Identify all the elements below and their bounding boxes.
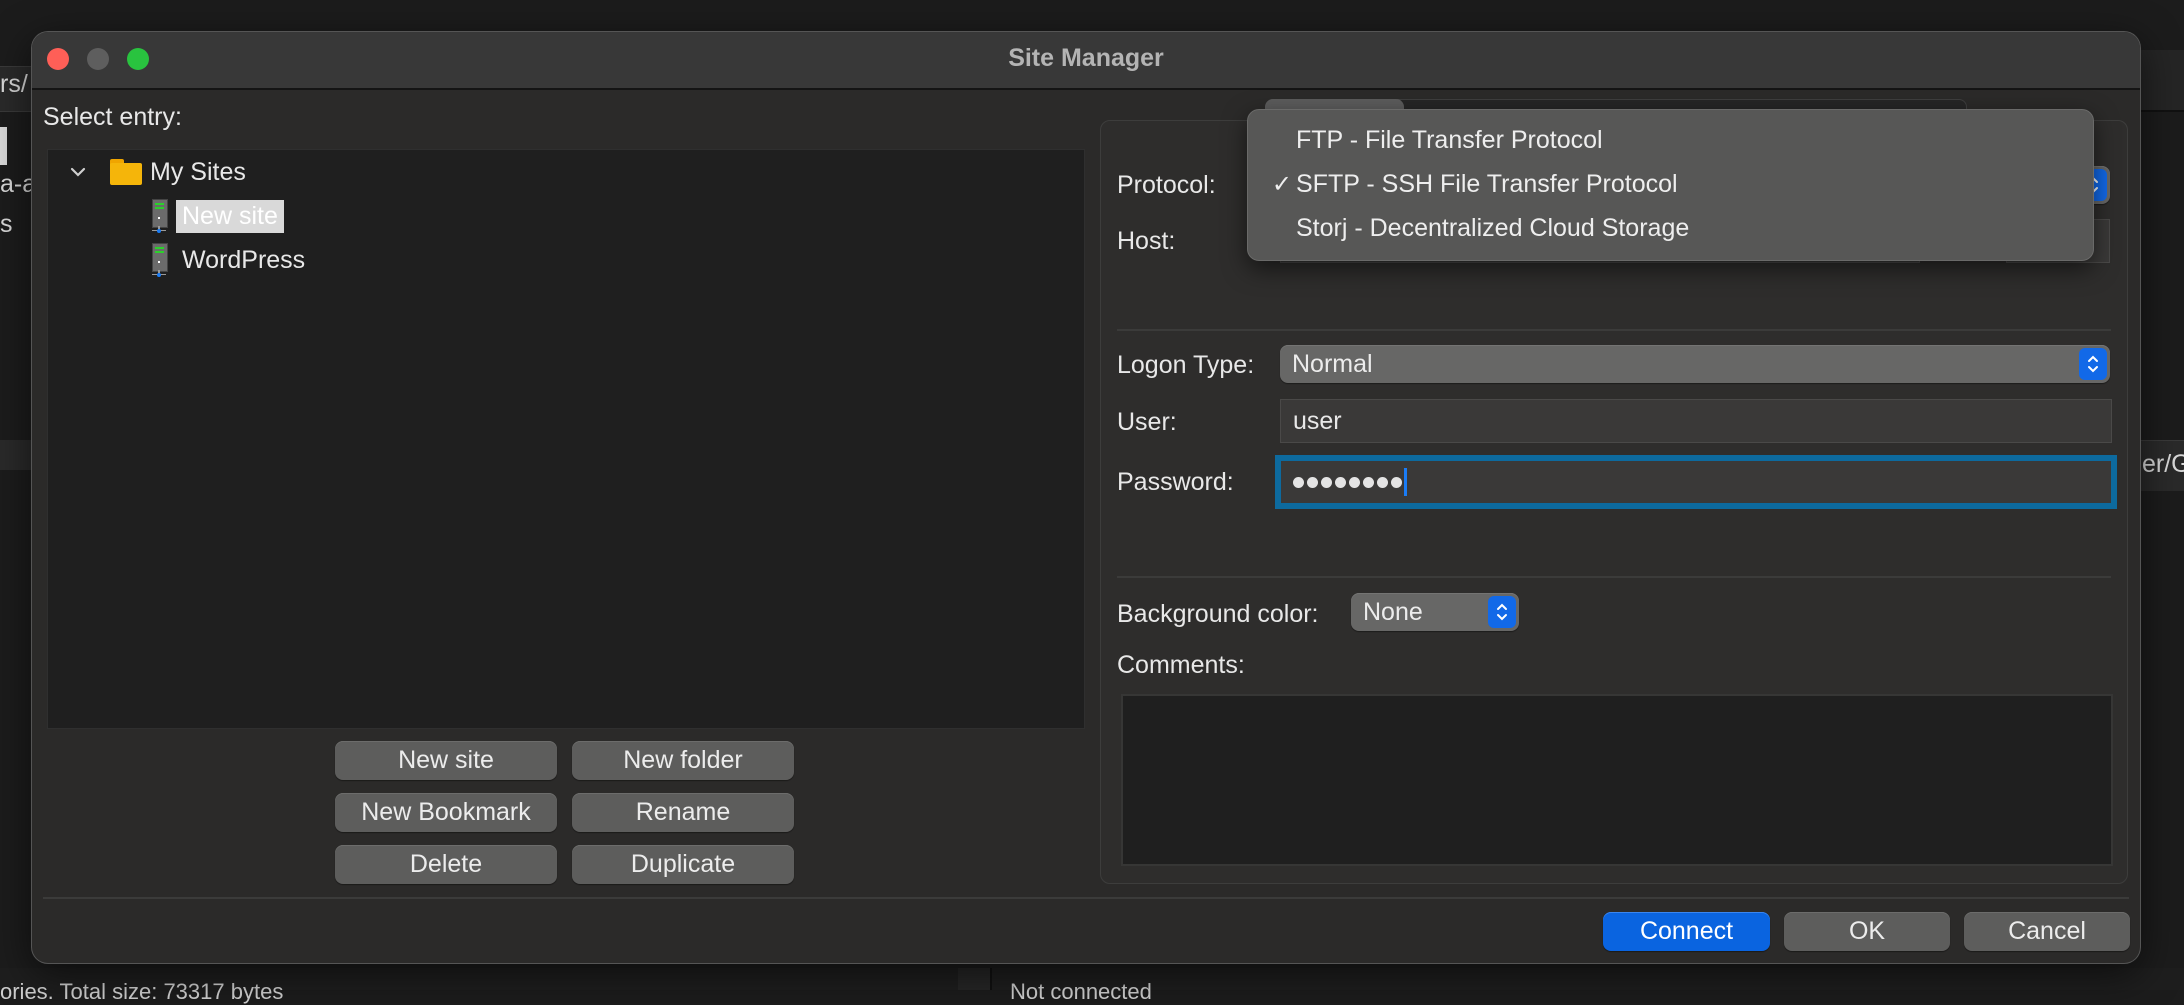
tree-folder-my-sites[interactable]: My Sites bbox=[68, 152, 252, 192]
site-manager-window: Site Manager Select entry: My Sites New … bbox=[32, 32, 2140, 963]
select-entry-label: Select entry: bbox=[43, 103, 182, 131]
new-folder-button[interactable]: New folder bbox=[572, 741, 794, 780]
comments-label: Comments: bbox=[1117, 651, 1245, 679]
background-toolbar-right bbox=[2140, 50, 2184, 112]
protocol-option-label: SFTP - SSH File Transfer Protocol bbox=[1296, 169, 1678, 198]
window-title: Site Manager bbox=[1008, 44, 1164, 72]
logon-type-label: Logon Type: bbox=[1117, 351, 1255, 379]
password-label: Password: bbox=[1117, 468, 1234, 496]
ok-button[interactable]: OK bbox=[1784, 912, 1950, 951]
background-path-text: rs/ bbox=[0, 70, 28, 98]
chevron-down-icon[interactable] bbox=[68, 162, 88, 182]
background-file-item: s bbox=[0, 210, 13, 238]
cancel-button[interactable]: Cancel bbox=[1964, 912, 2130, 951]
background-color-value: None bbox=[1363, 597, 1423, 626]
new-site-button[interactable]: New site bbox=[335, 741, 557, 780]
tree-site-label: New site bbox=[176, 199, 284, 233]
password-dot bbox=[1377, 476, 1388, 488]
select-stepper-icon bbox=[2079, 348, 2107, 380]
folder-icon bbox=[110, 159, 142, 185]
tree-folder-label: My Sites bbox=[150, 157, 246, 186]
server-icon bbox=[152, 199, 168, 233]
logon-type-select[interactable]: Normal bbox=[1280, 345, 2110, 383]
tree-site-label: WordPress bbox=[182, 245, 306, 274]
password-input[interactable] bbox=[1280, 460, 2112, 504]
protocol-option-label: FTP - File Transfer Protocol bbox=[1296, 125, 1603, 154]
site-tree[interactable]: My Sites New site WordPress bbox=[47, 149, 1085, 729]
background-file-item: a-a bbox=[0, 170, 32, 198]
rename-button[interactable]: Rename bbox=[572, 793, 794, 832]
section-divider bbox=[1117, 576, 2111, 578]
password-masked-value bbox=[1281, 476, 1402, 488]
select-stepper-icon bbox=[1488, 596, 1516, 628]
section-divider bbox=[1117, 329, 2111, 331]
connect-button[interactable]: Connect bbox=[1603, 912, 1770, 951]
protocol-option-label: Storj - Decentralized Cloud Storage bbox=[1296, 213, 1690, 242]
password-dot bbox=[1293, 476, 1304, 488]
server-icon bbox=[152, 243, 168, 277]
password-dot bbox=[1349, 476, 1360, 488]
password-dot bbox=[1391, 476, 1402, 488]
background-splitter[interactable] bbox=[958, 968, 992, 990]
text-caret bbox=[1404, 468, 1407, 496]
tree-site-item[interactable]: WordPress bbox=[152, 240, 311, 280]
user-input[interactable]: user bbox=[1280, 399, 2112, 443]
password-dot bbox=[1363, 476, 1374, 488]
protocol-label: Protocol: bbox=[1117, 171, 1216, 199]
title-bar[interactable]: Site Manager bbox=[32, 32, 2140, 90]
protocol-option-storj[interactable]: Storj - Decentralized Cloud Storage bbox=[1248, 206, 2093, 250]
background-divider bbox=[0, 440, 32, 470]
background-color-label: Background color: bbox=[1117, 600, 1319, 628]
background-status-bar: ories. Total size: 73317 bytes Not conne… bbox=[0, 968, 2184, 1004]
background-color-select[interactable]: None bbox=[1351, 593, 1519, 631]
protocol-dropdown-menu: FTP - File Transfer Protocol ✓ SFTP - SS… bbox=[1247, 109, 2094, 261]
comments-textarea[interactable] bbox=[1121, 694, 2113, 866]
password-dot bbox=[1321, 476, 1332, 488]
footer-divider bbox=[43, 897, 2129, 899]
password-dot bbox=[1335, 476, 1346, 488]
logon-type-value: Normal bbox=[1292, 349, 1373, 378]
delete-button[interactable]: Delete bbox=[335, 845, 557, 884]
duplicate-button[interactable]: Duplicate bbox=[572, 845, 794, 884]
background-remote-path-text: er/G bbox=[2142, 450, 2184, 478]
background-selected-row bbox=[0, 127, 7, 165]
background-remote-status: Not connected bbox=[1010, 979, 1152, 1004]
new-bookmark-button[interactable]: New Bookmark bbox=[335, 793, 557, 832]
user-input-value: user bbox=[1293, 406, 1342, 435]
user-label: User: bbox=[1117, 408, 1177, 436]
password-dot bbox=[1307, 476, 1318, 488]
background-local-status: ories. Total size: 73317 bytes bbox=[0, 979, 284, 1004]
protocol-option-sftp[interactable]: ✓ SFTP - SSH File Transfer Protocol bbox=[1248, 162, 2093, 206]
host-label: Host: bbox=[1117, 227, 1176, 255]
protocol-option-ftp[interactable]: FTP - File Transfer Protocol bbox=[1248, 118, 2093, 162]
tree-site-item[interactable]: New site bbox=[152, 196, 284, 236]
checkmark-icon: ✓ bbox=[1271, 170, 1292, 198]
